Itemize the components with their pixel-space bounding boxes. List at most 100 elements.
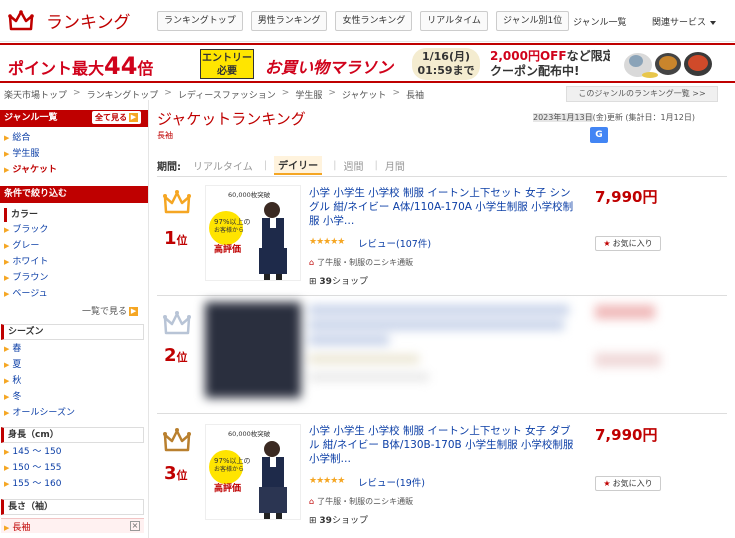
filter-season-summer[interactable]: ▶ 夏 [4,357,75,373]
banner-entry-badge: エントリー 必要 [200,49,254,79]
rank-value: 2 [164,345,177,366]
period-daily[interactable]: デイリー [274,156,323,175]
filter-color-beige[interactable]: ▶ ベージュ [4,286,48,302]
other-genre-ranking-link[interactable]: このジャンルのランキング一覧 >> [566,86,718,102]
shop-link[interactable]: ⌂ 了牛服・制服のニシキ通販 [309,496,413,507]
rank-suffix: 位 [176,469,188,482]
blurred-title-line [309,305,569,315]
filter-height-150-155[interactable]: ▶ 150 ～ 155 [4,460,61,476]
review-link[interactable]: レビュー(19件) [358,475,425,489]
related-services-menu[interactable]: 関連サービス [652,15,717,28]
filter-season-spring[interactable]: ▶ 春 [4,341,75,357]
close-icon[interactable]: × [130,521,140,531]
blurred-price [595,305,655,319]
blurred-title-line [309,320,564,330]
genre-item-jacket[interactable]: ▶ ジャケット [4,162,57,178]
thumb-sales: 60,000枚突破 [228,429,271,438]
period-sep: | [374,160,378,171]
genre-item-student-uniform[interactable]: ▶ 学生服 [4,146,57,162]
product-thumbnail[interactable]: 60,000枚突破 97%以上の お客様から 高評価 [205,424,301,520]
breadcrumb-ladies[interactable]: レディースファッション [178,88,276,101]
star-icon: ★ [603,479,611,488]
color-more-link[interactable]: 一覧で見る ▶ [82,304,139,317]
product-thumbnail[interactable]: 60,000枚突破 97%以上の お客様から 高評価 [205,185,301,281]
favorite-button[interactable]: ★ お気に入り [595,476,661,491]
filter-label: ブラウン [12,273,49,283]
favorite-button[interactable]: ★ お気に入り [595,236,661,251]
update-date: 2023年1月13日 [533,113,593,122]
shops-icon: ⊞ [309,277,317,287]
filter-length-selected[interactable]: ▶ 長袖 × [1,518,144,533]
product-title[interactable]: 小学 小学生 小学校 制服 イートン上下セット 女子 シングル 紺/ネイビー A… [309,186,581,228]
arrow-right-icon: ▶ [4,480,10,488]
filter-label: 春 [12,344,22,354]
shop-name: 了牛服・制服のニシキ通販 [317,258,414,267]
filter-height-145-150[interactable]: ▶ 145 ～ 150 [4,444,61,460]
product-image: 60,000枚突破 97%以上の お客様から 高評価 [206,186,300,280]
arrow-right-icon: ▶ [4,290,10,298]
shop-link[interactable]: ⌂ 了牛服・制服のニシキ通販 [309,257,413,268]
more-link-label: 一覧で見る [82,307,128,317]
filter-season-all[interactable]: ▶ オールシーズン [4,405,75,421]
tab-female-ranking[interactable]: 女性ランキング [335,11,413,31]
filter-color-brown[interactable]: ▶ ブラウン [4,270,48,286]
breadcrumb-jacket[interactable]: ジャケット [342,88,387,101]
top-nav: ランキングトップ 男性ランキング 女性ランキング リアルタイム ジャンル別1位 [157,11,577,31]
see-all-button[interactable]: 全て見る ▶ [92,111,141,124]
filter-label: 秋 [12,376,22,386]
gold-crown-icon [163,190,191,214]
filter-height-155-160[interactable]: ▶ 155 ～ 160 [4,476,61,492]
shop-count: 39 [319,516,332,526]
genre-list-link[interactable]: ジャンル一覧 [573,15,627,28]
arrow-right-icon: ▶ [4,242,10,250]
filter-season-autumn[interactable]: ▶ 秋 [4,373,75,389]
product-thumbnail[interactable] [205,302,301,398]
chevron-down-icon [710,20,717,25]
product-price: 7,990円 [595,426,658,444]
filter-label: 夏 [12,360,22,370]
genre-label: 総合 [12,133,31,143]
filter-height-title: 身長（cm） [1,427,144,443]
filter-season-winter[interactable]: ▶ 冬 [4,389,75,405]
thumb-line3: お客様から [214,226,244,234]
filter-color-black[interactable]: ▶ ブラック [4,222,48,238]
filter-label: ブラック [12,225,49,235]
tab-realtime[interactable]: リアルタイム [420,11,488,31]
shop-count-link[interactable]: ⊞ 39ショップ [309,274,368,287]
review-link[interactable]: レビュー(107件) [358,236,431,250]
campaign-banner[interactable]: ポイント最大44倍 エントリー 必要 お買い物マラソン 1/16(月) 01:59ま… [0,43,735,83]
breadcrumb: 楽天市場トップ > ランキングトップ > レディースファッション > 学生服 > ジャケ… [4,88,424,101]
coupon-line2: クーポン配布中! [490,64,580,78]
breadcrumb-student-uniform[interactable]: 学生服 [295,88,322,101]
tab-genre-top1[interactable]: ジャンル別1位 [495,11,570,31]
shop-icon: ⌂ [309,497,315,506]
filter-label: 長袖 [12,523,31,533]
tab-male-ranking[interactable]: 男性ランキング [250,11,328,31]
ranking-logo[interactable]: ランキング [8,8,131,33]
product-title[interactable]: 小学 小学生 小学校 制服 イートン上下セット 女子 ダブル 紺/ネイビー B体… [309,424,581,466]
filter-color-title: カラー [4,208,144,222]
product-price: 7,990円 [595,188,658,206]
filter-label: 155 ～ 160 [12,479,62,489]
silver-crown-icon [163,311,191,335]
arrow-right-icon: ▶ [4,464,10,472]
rank-number: 2位 [164,345,188,366]
translate-icon[interactable]: G [590,127,608,143]
rank-suffix: 位 [176,234,188,247]
tab-ranking-top[interactable]: ランキングトップ [157,11,243,31]
rating-stars: ★★★★★ [309,237,345,247]
breadcrumb-rakuten-top[interactable]: 楽天市場トップ [4,88,67,101]
breadcrumb-long-sleeve[interactable]: 長袖 [406,88,424,101]
crown-logo-icon [8,9,34,30]
shop-count-suffix: ショップ [331,516,368,526]
banner-point-unit: 倍 [137,59,154,78]
filter-color-gray[interactable]: ▶ グレー [4,238,48,254]
shop-count-link[interactable]: ⊞ 39ショップ [309,513,368,526]
filter-color-white[interactable]: ▶ ホワイト [4,254,48,270]
period-weekly[interactable]: 週間 [343,158,363,173]
period-monthly[interactable]: 月間 [385,158,405,173]
genre-item-overall[interactable]: ▶ 総合 [4,130,57,146]
rank-number: 1位 [164,228,188,249]
update-info: 2023年1月13日(金)更新 (集計日：1月12日) [533,112,695,123]
period-realtime[interactable]: リアルタイム [193,158,253,173]
